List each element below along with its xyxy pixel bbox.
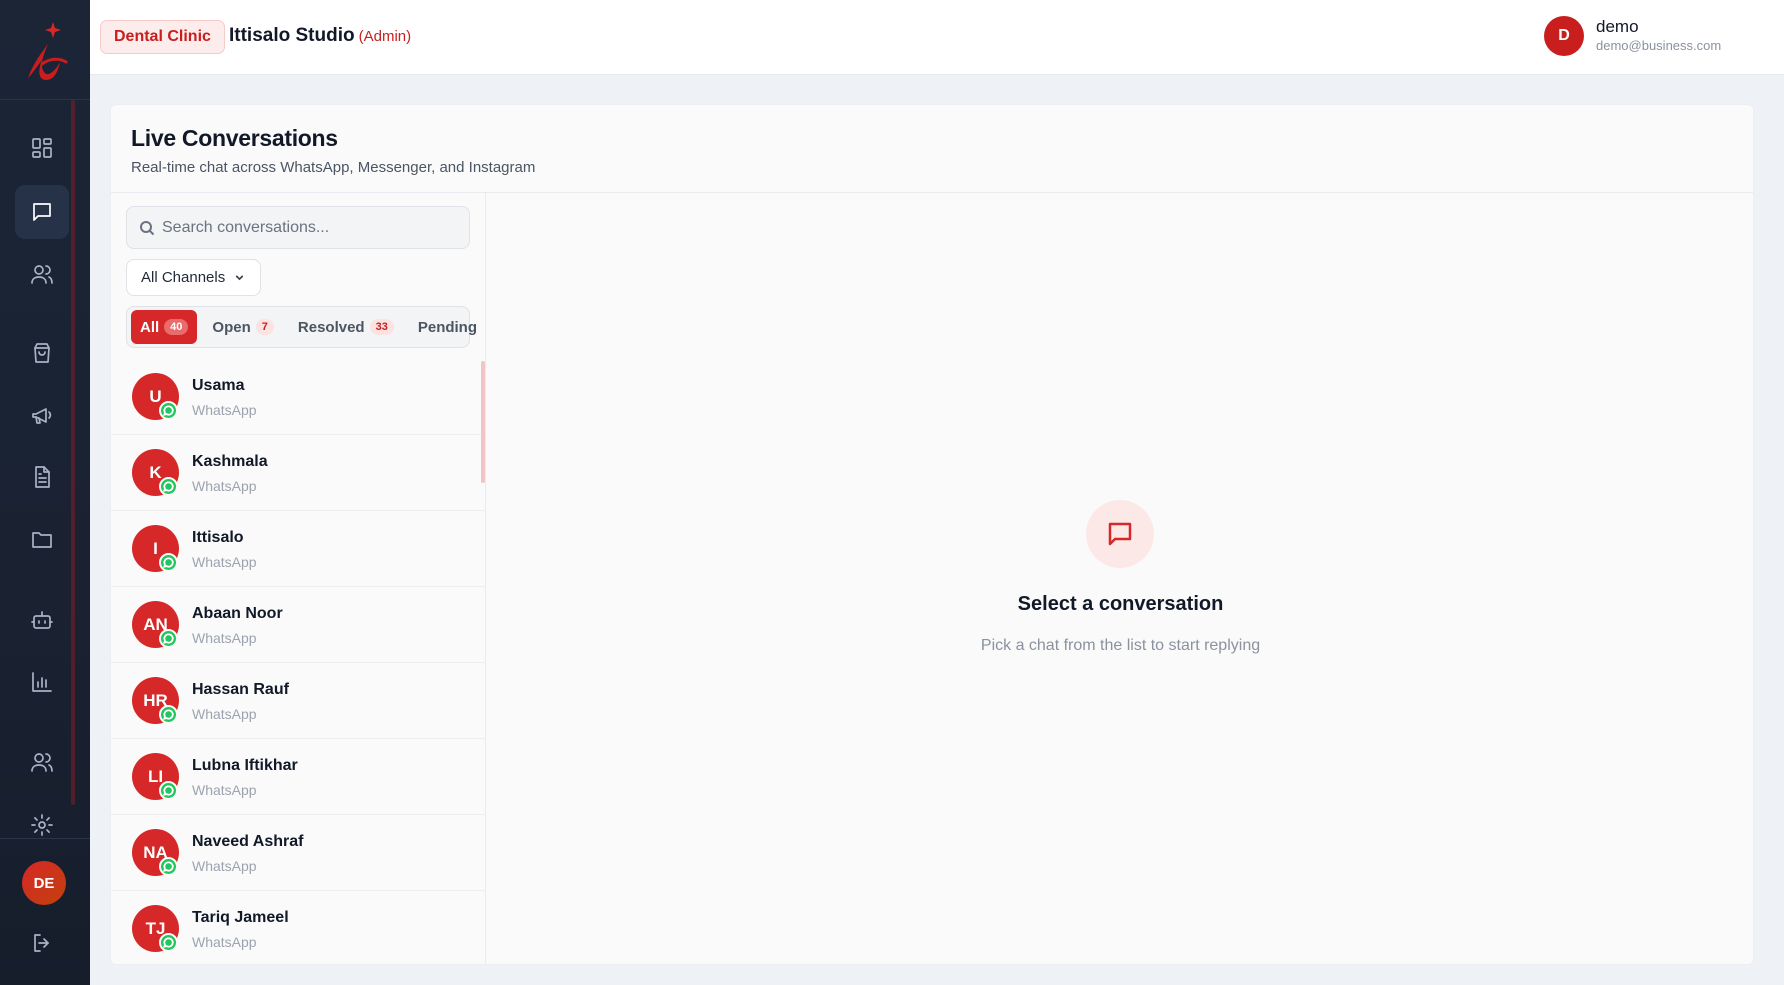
tab-count-badge: 7 (255, 319, 274, 335)
chat-icon (33, 203, 51, 221)
nav-settings[interactable] (15, 798, 69, 852)
document-icon (35, 466, 50, 488)
contact-channel: WhatsApp (192, 554, 257, 570)
whatsapp-icon (159, 705, 178, 724)
contact-channel: WhatsApp (192, 782, 257, 798)
contact-channel: WhatsApp (192, 934, 257, 950)
studio-title: Ittisalo Studio (Admin) (229, 25, 411, 47)
sidebar-avatar[interactable]: DE (22, 861, 66, 905)
nav-contacts[interactable] (15, 247, 69, 301)
studio-name: Ittisalo Studio (229, 25, 355, 46)
whatsapp-icon (159, 629, 178, 648)
tab-label: All (140, 318, 160, 336)
conversation-list[interactable]: U Usama WhatsApp K Kashmala WhatsApp I I… (111, 359, 485, 964)
users-icon (31, 265, 53, 284)
megaphone-icon (32, 408, 52, 424)
shopping-bag-icon (34, 343, 50, 363)
contact-name: Usama (192, 377, 245, 394)
sidebar-divider (0, 99, 90, 100)
channel-filter-value: All Channels (141, 269, 226, 286)
whatsapp-icon (159, 933, 178, 952)
nav-bots[interactable] (15, 593, 69, 647)
conversation-item[interactable]: AN Abaan Noor WhatsApp (111, 587, 485, 663)
whatsapp-icon (159, 857, 178, 876)
contact-name: Abaan Noor (192, 605, 283, 622)
tab-resolved[interactable]: Resolved 33 (289, 310, 403, 344)
conversation-item[interactable]: NA Naveed Ashraf WhatsApp (111, 815, 485, 891)
page-title: Live Conversations (131, 125, 338, 151)
tab-count-badge: 33 (369, 319, 394, 335)
nav-orders[interactable] (15, 326, 69, 380)
clinic-badge[interactable]: Dental Clinic (100, 20, 225, 54)
role-label: (Admin) (358, 28, 412, 45)
contact-name: Kashmala (192, 453, 268, 470)
tab-label: Open (212, 318, 251, 336)
whatsapp-icon (159, 553, 178, 572)
contact-name: Naveed Ashraf (192, 833, 304, 850)
nav-files[interactable] (15, 512, 69, 566)
channel-filter-select[interactable]: All Channels (126, 259, 262, 296)
nav-dashboard[interactable] (15, 121, 69, 175)
team-icon (31, 753, 53, 772)
live-conversations-panel: Live Conversations Real-time chat across… (110, 104, 1754, 965)
contact-channel: WhatsApp (192, 478, 257, 494)
nav-campaigns[interactable] (15, 388, 69, 442)
tab-label: Pending (417, 318, 478, 336)
contact-channel: WhatsApp (192, 402, 257, 418)
empty-state-subtitle: Pick a chat from the list to start reply… (980, 637, 1261, 654)
panel-header: Live Conversations Real-time chat across… (111, 105, 1753, 193)
user-avatar[interactable]: D (1544, 16, 1584, 56)
search-icon (140, 221, 155, 236)
conversation-item[interactable]: LI Lubna Iftikhar WhatsApp (111, 739, 485, 815)
contact-name: Hassan Rauf (192, 681, 289, 698)
chat-icon (1086, 500, 1154, 568)
bot-icon (31, 611, 53, 629)
empty-state: Select a conversation Pick a chat from t… (486, 193, 1753, 964)
sidebar: DE (0, 0, 90, 985)
nav-conversations[interactable] (15, 185, 69, 239)
conversation-item[interactable]: U Usama WhatsApp (111, 359, 485, 435)
whatsapp-icon (159, 401, 178, 420)
conversation-item[interactable]: HR Hassan Rauf WhatsApp (111, 663, 485, 739)
tab-all[interactable]: All 40 (131, 310, 198, 344)
bar-chart-icon (32, 672, 52, 692)
folder-icon (32, 532, 52, 548)
tab-open[interactable]: Open 7 (203, 310, 282, 344)
conversation-list-column: All Channels All 40 Open 7 Resolved 33 P… (111, 193, 486, 964)
whatsapp-icon (159, 781, 178, 800)
nav-team[interactable] (15, 735, 69, 789)
page-subtitle: Real-time chat across WhatsApp, Messenge… (131, 159, 536, 176)
nav-logout[interactable] (15, 916, 69, 970)
ittisalo-logo[interactable] (20, 18, 70, 82)
search-input[interactable] (162, 207, 462, 248)
user-email: demo@business.com (1596, 38, 1722, 53)
search-box[interactable] (126, 206, 470, 249)
top-bar: Dental Clinic Ittisalo Studio (Admin) D d… (90, 0, 1784, 75)
conversation-item[interactable]: I Ittisalo WhatsApp (111, 511, 485, 587)
sidebar-scroll-rail[interactable] (71, 100, 75, 805)
nav-analytics[interactable] (15, 655, 69, 709)
tab-pending[interactable]: Pending (409, 310, 486, 344)
grid-icon (32, 138, 52, 158)
status-filter-tabs: All 40 Open 7 Resolved 33 Pending (126, 306, 477, 348)
contact-channel: WhatsApp (192, 858, 257, 874)
gear-icon (31, 814, 53, 836)
conversation-list-scrollbar[interactable] (481, 361, 485, 483)
empty-state-title: Select a conversation (1017, 593, 1224, 615)
user-name[interactable]: demo (1596, 17, 1639, 37)
contact-name: Lubna Iftikhar (192, 757, 298, 774)
conversation-item[interactable]: K Kashmala WhatsApp (111, 435, 485, 511)
tab-label: Resolved (297, 318, 365, 336)
tab-count-badge: 40 (164, 319, 189, 335)
chevron-down-icon (235, 275, 244, 281)
whatsapp-icon (159, 477, 178, 496)
contact-name: Tariq Jameel (192, 909, 289, 926)
logout-icon (34, 934, 49, 952)
contact-channel: WhatsApp (192, 630, 257, 646)
sidebar-divider (0, 838, 90, 839)
conversation-item[interactable]: TJ Tariq Jameel WhatsApp (111, 891, 485, 964)
contact-channel: WhatsApp (192, 706, 257, 722)
nav-templates[interactable] (15, 450, 69, 504)
contact-name: Ittisalo (192, 529, 244, 546)
